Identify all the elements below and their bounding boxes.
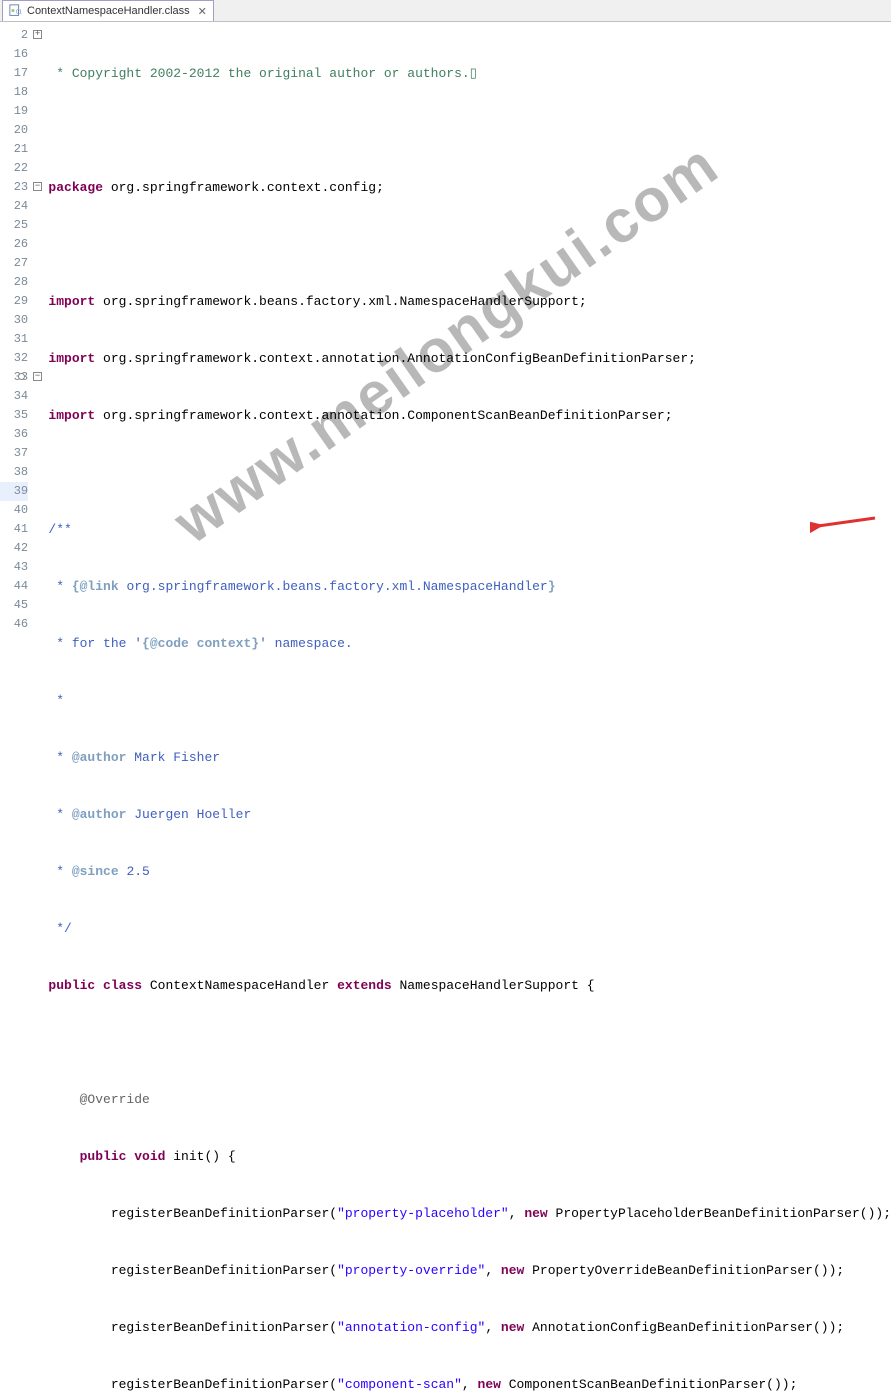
line-number: 35 [0, 406, 28, 425]
line-number: 40 [0, 501, 28, 520]
code-line: registerBeanDefinitionParser("property-p… [48, 1204, 891, 1223]
line-number: 17 [0, 64, 28, 83]
code-line [48, 1033, 891, 1052]
svg-text:01: 01 [16, 10, 22, 16]
line-number: 42 [0, 539, 28, 558]
line-number: 45 [0, 596, 28, 615]
line-number: 27 [0, 254, 28, 273]
code-content[interactable]: * Copyright 2002-2012 the original autho… [44, 22, 891, 699]
line-number: 19 [0, 102, 28, 121]
code-editor[interactable]: 2 16 17 18 19 20 21 22 23 24 25 26 27 28… [0, 22, 891, 699]
code-line [48, 463, 891, 482]
line-number: 38 [0, 463, 28, 482]
code-line: */ [48, 919, 891, 938]
fold-collapse-icon[interactable]: − [33, 372, 42, 381]
line-number: 44 [0, 577, 28, 596]
code-line: public class ContextNamespaceHandler ext… [48, 976, 891, 995]
tab-filename: ContextNamespaceHandler.class [27, 5, 190, 17]
code-line [48, 235, 891, 254]
line-number: 22 [0, 159, 28, 178]
code-line: import org.springframework.beans.factory… [48, 292, 891, 311]
code-line: * @author Mark Fisher [48, 748, 891, 767]
line-number: 31 [0, 330, 28, 349]
line-number: 26 [0, 235, 28, 254]
line-number: 34 [0, 387, 28, 406]
line-number: 30 [0, 311, 28, 330]
code-line: * for the '{@code context}' namespace. [48, 634, 891, 653]
line-number: 32 [0, 349, 28, 368]
code-line: public void init() { [48, 1147, 891, 1166]
line-number: 23 [0, 178, 28, 197]
editor-tab-active[interactable]: 01 ContextNamespaceHandler.class ✕ [2, 0, 214, 21]
line-number: 39 [0, 482, 28, 501]
code-line: * @author Juergen Hoeller [48, 805, 891, 824]
line-number: 2 [0, 26, 28, 45]
editor-tab-bar: 01 ContextNamespaceHandler.class ✕ [0, 0, 891, 22]
code-line: * @since 2.5 [48, 862, 891, 881]
line-number: 29 [0, 292, 28, 311]
code-line: @Override [48, 1090, 891, 1109]
line-number: 20 [0, 121, 28, 140]
code-line: registerBeanDefinitionParser("property-o… [48, 1261, 891, 1280]
code-line: /** [48, 520, 891, 539]
code-line: import org.springframework.context.annot… [48, 349, 891, 368]
code-line: import org.springframework.context.annot… [48, 406, 891, 425]
code-line: * {@link org.springframework.beans.facto… [48, 577, 891, 596]
fold-gutter: + − − [32, 22, 44, 699]
line-number-gutter: 2 16 17 18 19 20 21 22 23 24 25 26 27 28… [0, 22, 32, 699]
class-file-icon: 01 [9, 4, 23, 18]
fold-expand-icon[interactable]: + [33, 30, 42, 39]
fold-collapse-icon[interactable]: − [33, 182, 42, 191]
line-number: 16 [0, 45, 28, 64]
line-number: 24 [0, 197, 28, 216]
line-number: 25 [0, 216, 28, 235]
line-number: 21 [0, 140, 28, 159]
line-number: 28 [0, 273, 28, 292]
line-number: 36 [0, 425, 28, 444]
line-number: 37 [0, 444, 28, 463]
line-number: 41 [0, 520, 28, 539]
line-number: 46 [0, 615, 28, 634]
line-number: 18 [0, 83, 28, 102]
code-line: registerBeanDefinitionParser("annotation… [48, 1318, 891, 1337]
code-line: * [48, 691, 891, 710]
code-line: registerBeanDefinitionParser("component-… [48, 1375, 891, 1394]
code-line: package org.springframework.context.conf… [48, 178, 891, 197]
close-icon[interactable]: ✕ [198, 5, 207, 18]
code-line: * Copyright 2002-2012 the original autho… [48, 64, 891, 83]
code-line [48, 121, 891, 140]
line-number: 43 [0, 558, 28, 577]
